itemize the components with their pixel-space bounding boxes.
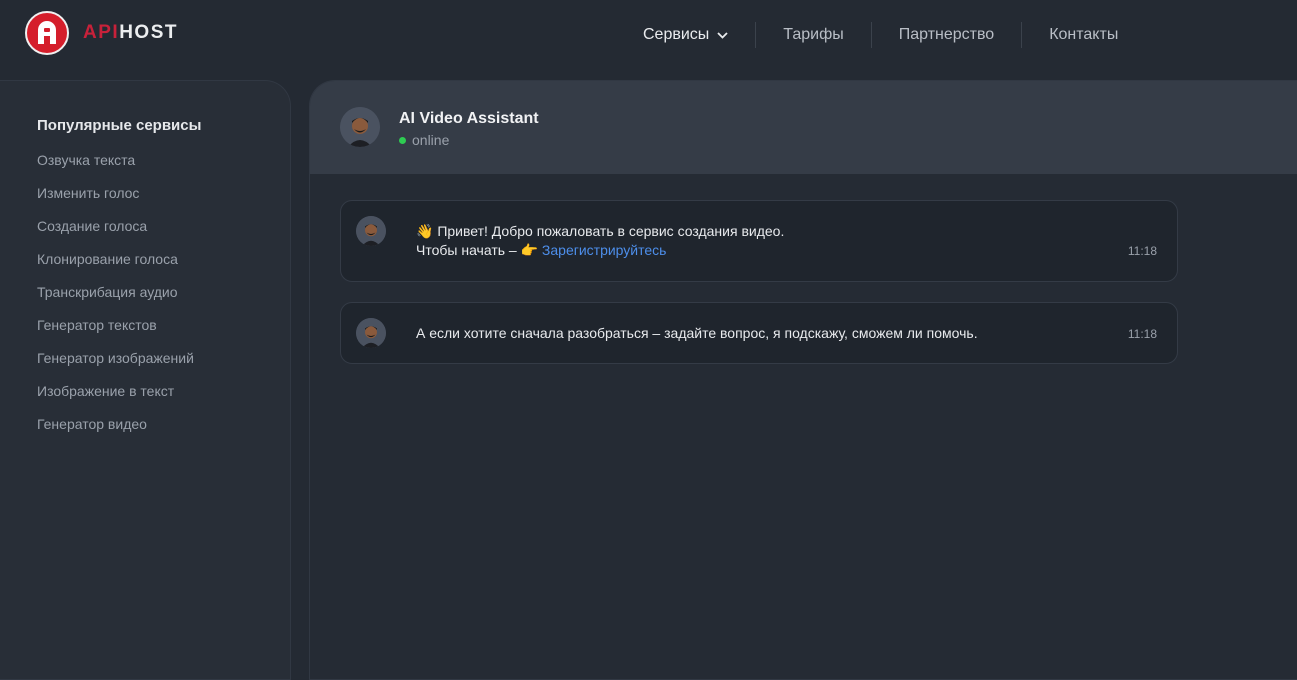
register-link[interactable]: Зарегистрируйтесь — [542, 242, 667, 258]
main-nav: Сервисы Тарифы Партнерство Контакты — [616, 22, 1145, 48]
message-time: 11:18 — [1127, 244, 1157, 258]
assistant-avatar — [340, 107, 380, 147]
nav-services-label: Сервисы — [643, 26, 710, 43]
sidebar-item-video-generator[interactable]: Генератор видео — [37, 416, 194, 449]
message-line-2: Чтобы начать – 👉 Зарегистрируйтесь — [416, 241, 784, 260]
sidebar-item-transcription[interactable]: Транскрибация аудио — [37, 284, 194, 317]
apihost-logo[interactable]: APIHOST — [25, 11, 178, 55]
logo-wordmark: APIHOST — [83, 22, 178, 44]
logo-api-text: API — [83, 22, 120, 43]
sidebar-item-image-generator[interactable]: Генератор изображений — [37, 350, 194, 383]
nav-services[interactable]: Сервисы — [616, 22, 755, 48]
sidebar-item-text-to-speech[interactable]: Озвучка текста — [37, 152, 194, 185]
chat-message: А если хотите сначала разобраться – зада… — [340, 302, 1178, 364]
logo-badge-icon — [25, 11, 69, 55]
online-dot-icon — [399, 136, 406, 144]
sidebar-item-change-voice[interactable]: Изменить голос — [37, 185, 194, 218]
nav-contacts[interactable]: Контакты — [1021, 22, 1145, 48]
message-line-2-prefix: Чтобы начать – 👉 — [416, 242, 542, 258]
message-line-1: 👋 Привет! Добро пожаловать в сервис созд… — [416, 223, 785, 239]
assistant-name: AI Video Assistant — [399, 110, 539, 127]
message-text: А если хотите сначала разобраться – зада… — [416, 325, 978, 341]
status-text: online — [412, 132, 450, 148]
sidebar-item-clone-voice[interactable]: Клонирование голоса — [37, 251, 194, 284]
sidebar-item-create-voice[interactable]: Создание голоса — [37, 218, 194, 251]
assistant-avatar — [356, 216, 386, 246]
top-header: APIHOST Сервисы Тарифы Партнерство Конта… — [0, 0, 1297, 72]
chat-header: AI Video Assistant online — [310, 81, 1297, 174]
chevron-down-icon — [717, 22, 728, 48]
assistant-status: online — [399, 132, 449, 148]
message-time: 11:18 — [1127, 327, 1157, 341]
nav-partnership[interactable]: Партнерство — [870, 22, 1021, 48]
sidebar-title: Популярные сервисы — [37, 117, 202, 134]
assistant-avatar — [356, 318, 386, 348]
chat-panel: AI Video Assistant online 👋 Привет! Добр… — [309, 80, 1297, 680]
sidebar-item-image-to-text[interactable]: Изображение в текст — [37, 383, 194, 416]
nav-pricing[interactable]: Тарифы — [755, 22, 870, 48]
sidebar-list: Озвучка текста Изменить голос Создание г… — [37, 152, 194, 449]
services-sidebar: Популярные сервисы Озвучка текста Измени… — [0, 80, 291, 680]
message-text: 👋 Привет! Добро пожаловать в сервис созд… — [416, 222, 784, 260]
chat-message: 👋 Привет! Добро пожаловать в сервис созд… — [340, 200, 1178, 282]
sidebar-item-text-generator[interactable]: Генератор текстов — [37, 317, 194, 350]
logo-host-text: HOST — [119, 22, 178, 43]
